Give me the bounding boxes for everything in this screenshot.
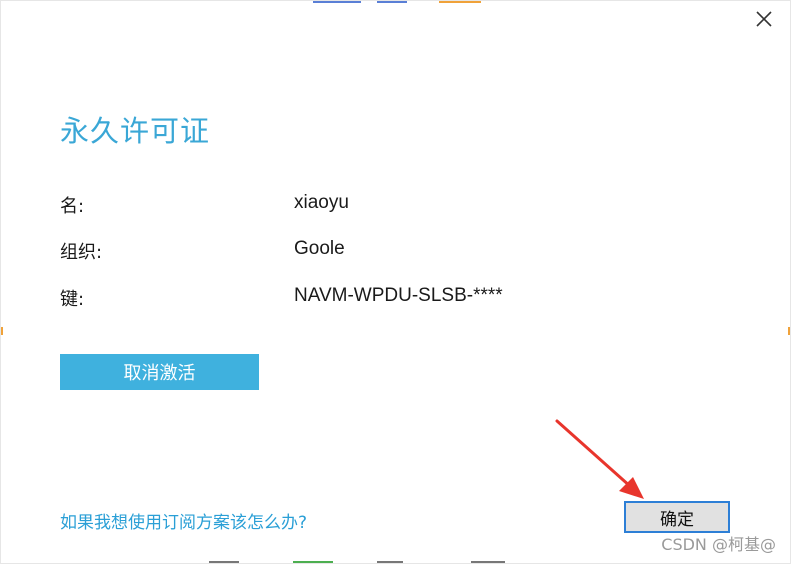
annotation-arrow-icon <box>555 419 644 499</box>
ok-button[interactable]: 确定 <box>624 501 730 533</box>
background-edge <box>377 561 403 563</box>
background-edge <box>209 561 239 563</box>
organization-label: 组织: <box>60 242 103 263</box>
background-edge <box>788 327 790 335</box>
close-icon <box>756 11 772 27</box>
watermark: CSDN @柯基@ <box>661 535 776 554</box>
background-edge <box>377 1 407 3</box>
key-value: NAVM-WPDU-SLSB-**** <box>294 285 503 306</box>
background-edge <box>293 561 333 563</box>
background-edge <box>1 327 3 335</box>
deactivate-button[interactable]: 取消激活 <box>60 354 259 390</box>
background-edge <box>471 561 505 563</box>
subscription-help-link[interactable]: 如果我想使用订阅方案该怎么办? <box>60 508 307 533</box>
dialog-title: 永久许可证 <box>60 114 211 148</box>
organization-value: Goole <box>294 238 345 259</box>
license-dialog: 永久许可证 名: xiaoyu 组织: Goole 键: NAVM-WPDU-S… <box>0 0 791 564</box>
key-label: 键: <box>60 289 85 310</box>
name-label: 名: <box>60 196 85 217</box>
background-edge <box>313 1 361 3</box>
close-button[interactable] <box>752 7 776 31</box>
name-value: xiaoyu <box>294 192 349 213</box>
background-edge <box>439 1 481 3</box>
